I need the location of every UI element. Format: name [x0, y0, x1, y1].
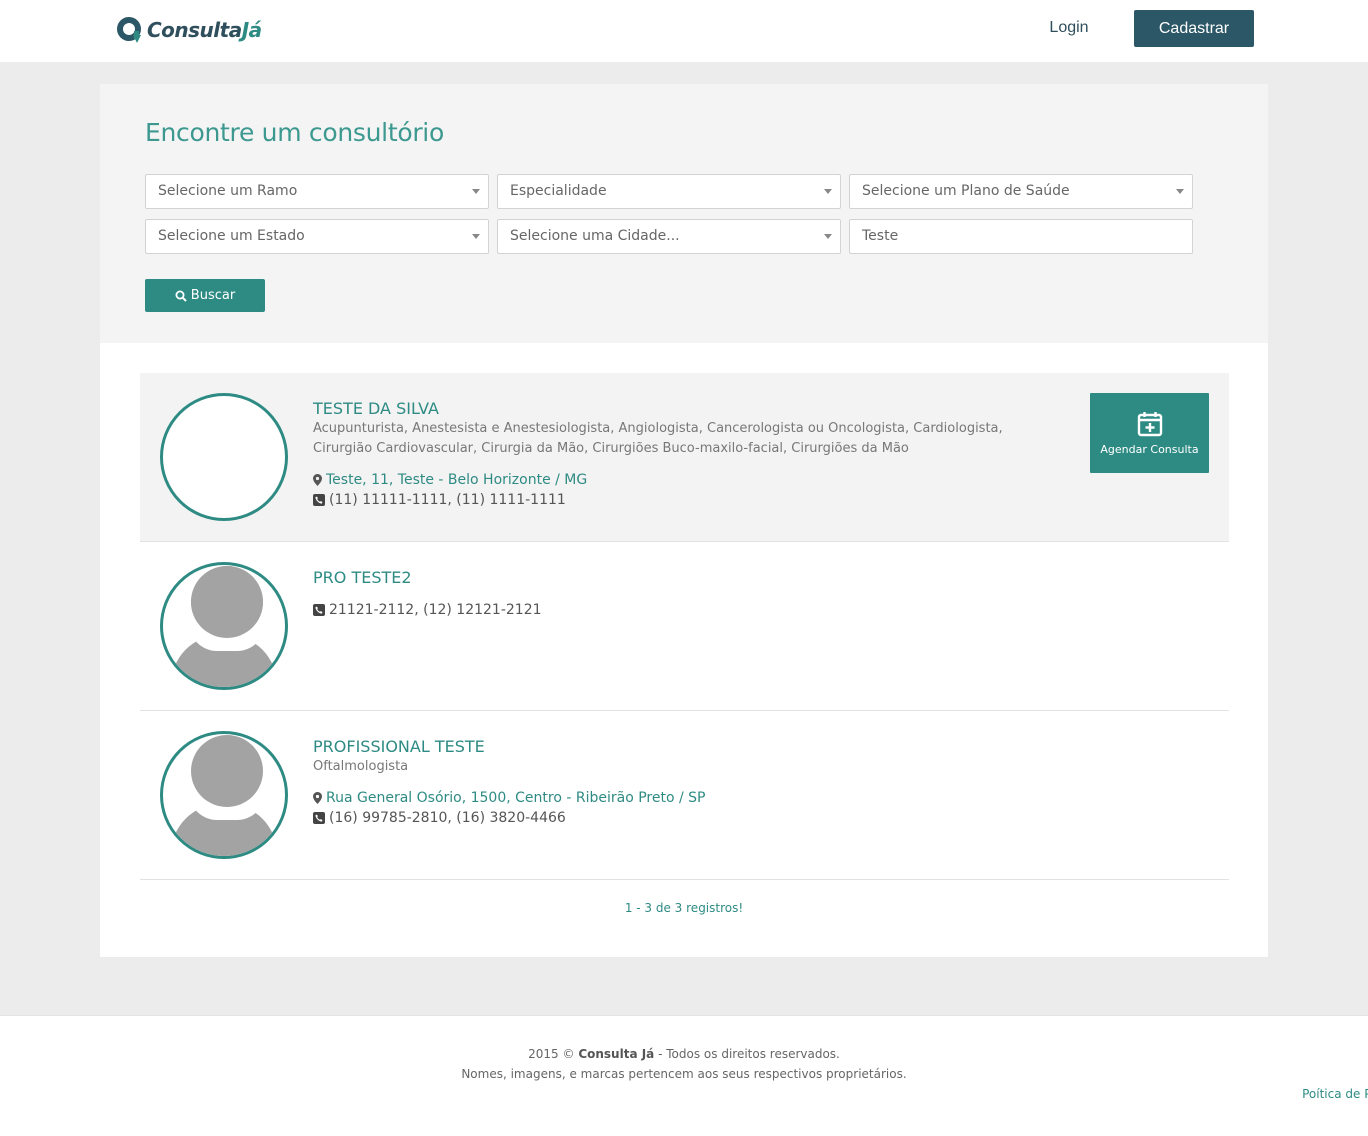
chevron-down-icon [1176, 189, 1184, 194]
phone-icon [313, 812, 325, 824]
specialties-text: Oftalmologista [313, 759, 409, 774]
phone-icon [313, 604, 325, 616]
search-input-value: Teste [862, 228, 899, 244]
search-panel: Encontre um consultório Selecione um Ram… [100, 84, 1268, 343]
phone-text: 21121-2112, (12) 12121-2121 [329, 602, 542, 618]
address-link[interactable]: Teste, 11, Teste - Belo Horizonte / MG [313, 472, 587, 488]
avatar [160, 562, 288, 690]
privacy-policy-link[interactable]: Poítica de Privacidade [684, 1087, 1368, 1101]
phone-text: (16) 99785-2810, (16) 3820-4466 [329, 810, 566, 826]
especialidade-select-value: Especialidade [510, 183, 607, 199]
results-panel: TESTE DA SILVA Acupunturista, Anestesist… [100, 343, 1268, 957]
phone-line: (11) 11111-1111, (11) 1111-1111 [313, 492, 566, 508]
pagination-info: 1 - 3 de 3 registros! [624, 901, 744, 915]
logo-q-icon [115, 15, 145, 45]
footer: 2015 © Consulta Já - Todos os direitos r… [0, 1015, 1368, 1136]
address-text: Teste, 11, Teste - Belo Horizonte / MG [326, 472, 588, 488]
chevron-down-icon [472, 234, 480, 239]
ramo-select-value: Selecione um Ramo [158, 183, 298, 199]
login-link[interactable]: Login [1036, 19, 1102, 37]
phone-icon [313, 494, 325, 506]
avatar [160, 393, 288, 521]
agendar-consulta-label: Agendar Consulta [1100, 442, 1199, 456]
plano-select[interactable]: Selecione um Plano de Saúde [849, 174, 1193, 209]
address-link[interactable]: Rua General Osório, 1500, Centro - Ribei… [313, 790, 705, 806]
chevron-down-icon [824, 234, 832, 239]
buscar-button[interactable]: Buscar [145, 279, 265, 312]
result-item: PROFISSIONAL TESTE Oftalmologista Rua Ge… [140, 711, 1229, 880]
result-item: PRO TESTE2 21121-2112, (12) 12121-2121 [140, 542, 1229, 711]
especialidade-select[interactable]: Especialidade [497, 174, 841, 209]
logo-text: ConsultaJá [147, 18, 262, 42]
cidade-select[interactable]: Selecione uma Cidade... [497, 219, 841, 254]
result-item: TESTE DA SILVA Acupunturista, Anestesist… [140, 373, 1229, 542]
specialties-text: Acupunturista, Anestesista e Anestesiolo… [313, 421, 1003, 456]
footer-copyright: 2015 © Consulta Já - Todos os direitos r… [528, 1047, 840, 1061]
top-navbar: ConsultaJá Login Cadastrar [0, 0, 1368, 62]
search-icon [175, 290, 187, 302]
chevron-down-icon [472, 189, 480, 194]
search-input[interactable]: Teste [849, 219, 1193, 254]
chevron-down-icon [824, 189, 832, 194]
estado-select[interactable]: Selecione um Estado [145, 219, 489, 254]
footer-disclaimer: Nomes, imagens, e marcas pertencem aos s… [461, 1067, 907, 1081]
agendar-consulta-button[interactable]: Agendar Consulta [1090, 393, 1209, 473]
avatar [160, 731, 288, 859]
plano-select-value: Selecione um Plano de Saúde [862, 183, 1070, 199]
ramo-select[interactable]: Selecione um Ramo [145, 174, 489, 209]
phone-line: (16) 99785-2810, (16) 3820-4466 [313, 810, 566, 826]
professional-name[interactable]: TESTE DA SILVA [313, 399, 439, 418]
professional-name[interactable]: PROFISSIONAL TESTE [313, 737, 485, 756]
map-marker-icon [313, 792, 322, 804]
page-title: Encontre um consultório [145, 118, 444, 147]
signup-button[interactable]: Cadastrar [1134, 10, 1254, 47]
professional-name[interactable]: PRO TESTE2 [313, 568, 412, 587]
phone-line: 21121-2112, (12) 12121-2121 [313, 602, 542, 618]
estado-select-value: Selecione um Estado [158, 228, 305, 244]
map-marker-icon [313, 474, 322, 486]
logo[interactable]: ConsultaJá [115, 13, 262, 47]
buscar-button-label: Buscar [190, 288, 236, 303]
footer-brand: Consulta Já [578, 1047, 655, 1061]
address-text: Rua General Osório, 1500, Centro - Ribei… [326, 790, 706, 806]
phone-text: (11) 11111-1111, (11) 1111-1111 [329, 492, 566, 508]
cidade-select-value: Selecione uma Cidade... [510, 228, 680, 244]
calendar-plus-icon [1137, 411, 1162, 436]
